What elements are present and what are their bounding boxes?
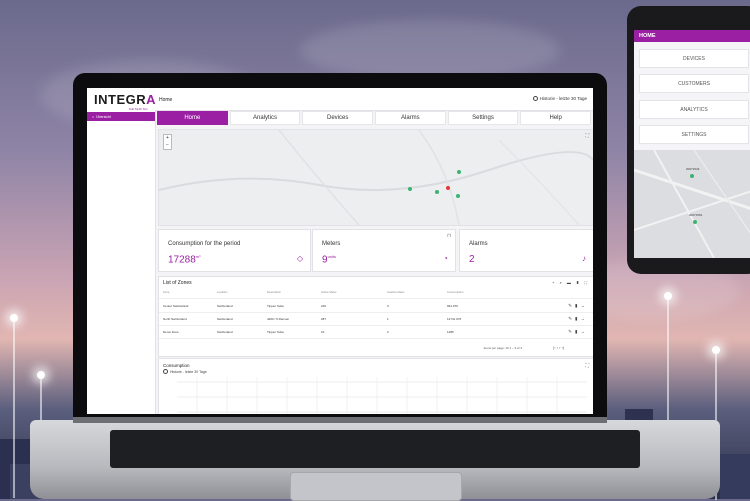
laptop-screen: INTEGRA METERING Home Historie - letzte … [87, 88, 593, 414]
phone-header: HOME [634, 30, 750, 42]
row-actions[interactable]: ✎▮→ [568, 316, 588, 322]
alarms-card: Alarms 2 ♪ [459, 229, 593, 272]
trackpad [290, 472, 462, 501]
expand-icon[interactable]: ⛶ [585, 133, 589, 139]
map-pin-green[interactable] [408, 187, 412, 191]
map-pin-green[interactable] [456, 194, 460, 198]
map-pin-green[interactable] [435, 190, 439, 194]
cloud [300, 20, 560, 80]
sidebar: ⌂ Übersicht [87, 110, 156, 414]
consumption-chart-panel: Consumption Historie - letzte 30 Tage ⛶ [158, 358, 593, 414]
logo: INTEGRA [94, 92, 157, 107]
streetlight [10, 314, 18, 498]
bookmark-icon[interactable]: ⊓ [447, 233, 451, 239]
map-label: 20071561 [689, 213, 703, 217]
row-actions[interactable]: ✎▮→ [568, 303, 588, 309]
map-label: 20071543 [686, 167, 700, 171]
table-row[interactable]: Demo Zone Switzerland Tippen Sobe 10 2 1… [159, 326, 593, 339]
sidebar-item-overview[interactable]: ⌂ Übersicht [87, 112, 155, 121]
pager-arrows[interactable]: |‹ ‹ › ›| [553, 345, 564, 350]
map-roads [159, 130, 593, 225]
tab-devices[interactable]: Devices [302, 111, 374, 125]
table-row[interactable]: Center Switzerland Switzerland Tippen So… [159, 300, 593, 313]
clock-icon [532, 96, 538, 101]
phone-analytics-button[interactable]: ANALYTICS [639, 100, 749, 119]
laptop-hinge [73, 417, 607, 423]
tab-analytics[interactable]: Analytics [229, 111, 301, 125]
tab-alarms[interactable]: Alarms [375, 111, 446, 125]
tab-help[interactable]: Help [520, 111, 592, 125]
phone-map[interactable]: 20071543 20071561 [634, 150, 750, 258]
table-toolbar[interactable]: + ⌕ ▬ ▮ ⛶ [552, 280, 589, 285]
table-row[interactable]: North Switzerland Switzerland 4200 / 6 R… [159, 313, 593, 326]
pagination[interactable]: Items per page: 10 1 – 3 of 3 |‹ ‹ › ›| [158, 345, 592, 353]
drop-icon: ◇ [296, 254, 303, 263]
consumption-card: Consumption for the period 17288m³ ◇ [158, 229, 311, 272]
top-bar: INTEGRA METERING Home Historie - letzte … [87, 88, 593, 111]
map-pin-green[interactable] [690, 174, 694, 178]
history-selector[interactable]: Historie - letzte 30 Tage [532, 96, 587, 101]
map-pin-green[interactable] [693, 220, 697, 224]
map-pin-red[interactable] [446, 186, 450, 190]
zoom-control[interactable]: + − [163, 134, 172, 150]
phone-devices-button[interactable]: DEVICES [639, 49, 749, 68]
home-icon: ⌂ [92, 114, 95, 119]
page-title: Home [159, 97, 173, 103]
clock-icon [163, 369, 168, 374]
map-pin-green[interactable] [457, 170, 461, 174]
gauge-icon: ◔ [443, 254, 448, 263]
main-tabs: Home Analytics Devices Alarms Settings H… [157, 111, 592, 125]
table-header: Zone Location Description Active Meter I… [159, 286, 593, 299]
history-selector[interactable]: Historie - letzte 30 Tage [163, 369, 207, 374]
expand-icon[interactable]: ⛶ [585, 363, 589, 369]
meters-card: Meters 9units ◔ ⊓ [312, 229, 456, 272]
keyboard [110, 430, 640, 468]
chart-grid [177, 377, 587, 414]
map[interactable]: + − ⛶ [158, 129, 593, 226]
phone-screen: HOME DEVICES CUSTOMERS ANALYTICS SETTING… [634, 30, 750, 258]
tab-settings[interactable]: Settings [447, 111, 519, 125]
bell-icon: ♪ [582, 254, 586, 263]
row-actions[interactable]: ✎▮→ [568, 329, 588, 335]
phone-settings-button[interactable]: SETTINGS [639, 125, 749, 144]
phone-customers-button[interactable]: CUSTOMERS [639, 74, 749, 93]
tab-home[interactable]: Home [157, 111, 228, 125]
